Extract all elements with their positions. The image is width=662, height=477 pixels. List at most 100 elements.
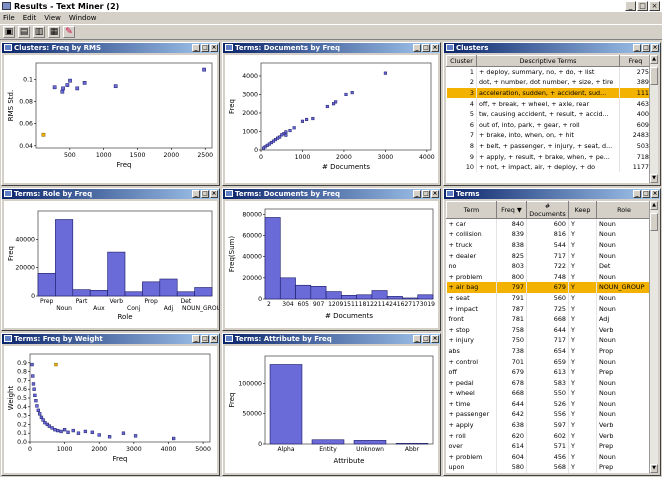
- data-point: [76, 431, 81, 435]
- table-cell: 654: [526, 345, 569, 357]
- minimize-icon[interactable]: _: [192, 190, 200, 198]
- table-row[interactable]: + truck 838 544 Y Noun: [446, 239, 652, 251]
- table-row[interactable]: upon 580 568 Y Prep: [446, 462, 652, 473]
- maximize-icon[interactable]: □: [201, 335, 209, 343]
- terms-header-1[interactable]: Freq ▼: [496, 201, 527, 219]
- bar: [142, 281, 161, 297]
- table-row[interactable]: + seat 791 560 Y Noun: [446, 292, 652, 304]
- chart-documents-freq-sum[interactable]: 0 20000 40000 60000 80000 # Documents Freq(Sum…: [225, 201, 440, 330]
- table-row[interactable]: 8 + belt, + passenger, + injury, + seat, …: [446, 140, 652, 152]
- chart-attribute-by-freq[interactable]: 0 50000 100000 Attribute Freq Alpha Entity Unkn…: [225, 346, 440, 475]
- clusters-header-0[interactable]: Cluster: [446, 55, 477, 67]
- table-row[interactable]: + dealer 825 717 Y Noun: [446, 250, 652, 261]
- table-row[interactable]: 1 + deploy, summary, no, + do, + list 275: [446, 66, 652, 78]
- table-row[interactable]: + air bag 797 679 Y NOUN_GROUP: [446, 282, 652, 293]
- table-row[interactable]: + injury 750 717 Y Noun: [446, 335, 652, 346]
- table-row[interactable]: + time 644 526 Y Noun: [446, 398, 652, 410]
- maximize-icon[interactable]: □: [201, 190, 209, 198]
- menu-view[interactable]: View: [44, 14, 61, 22]
- table-row[interactable]: 5 tw, causing accident, + result, + accid…: [446, 108, 652, 120]
- maximize-icon[interactable]: □: [642, 190, 650, 198]
- terms-header-3[interactable]: Keep: [568, 201, 597, 219]
- table-row[interactable]: abs 738 654 Y Prop: [446, 345, 652, 357]
- menu-edit[interactable]: Edit: [23, 14, 37, 22]
- table-row[interactable]: + passenger 642 556 Y Noun: [446, 409, 652, 420]
- chart-freq-by-weight[interactable]: 0.0 0.1 0.20.3 0.4 0.5 0.6 0.70.8 0.9 0 1000 2000 3…: [4, 346, 219, 475]
- close-icon[interactable]: ×: [651, 190, 659, 198]
- table-row[interactable]: 2 dot, + number, dot number, + size, + ti…: [446, 77, 652, 88]
- minimize-icon[interactable]: _: [413, 44, 421, 52]
- terms-scrollbar[interactable]: ▲ ▼: [649, 201, 658, 473]
- maximize-icon[interactable]: □: [422, 335, 430, 343]
- open-icon[interactable]: ▣: [3, 26, 15, 38]
- table-row[interactable]: no 803 722 Y Det: [446, 260, 652, 272]
- table-cell: Y: [568, 388, 597, 399]
- data-point: [68, 78, 72, 83]
- maximize-icon[interactable]: □: [642, 44, 650, 52]
- table-row[interactable]: 7 + brake, into, when, on, + hit 2483: [446, 130, 652, 141]
- close-icon[interactable]: ×: [649, 1, 660, 11]
- table-cell: 613: [526, 366, 569, 378]
- x-tick-label: 304: [282, 301, 294, 308]
- close-icon[interactable]: ×: [210, 335, 218, 343]
- close-icon[interactable]: ×: [431, 335, 439, 343]
- maximize-icon[interactable]: □: [422, 190, 430, 198]
- minimize-icon[interactable]: _: [625, 1, 636, 11]
- table-row[interactable]: + control 701 659 Y Noun: [446, 356, 652, 367]
- close-icon[interactable]: ×: [431, 44, 439, 52]
- table-row[interactable]: 6 out of, into, park, + gear, + roll 609: [446, 119, 652, 131]
- terms-header-2[interactable]: # Documents: [526, 201, 569, 219]
- minimize-icon[interactable]: _: [413, 190, 421, 198]
- table-row[interactable]: + wheel 668 550 Y Noun: [446, 388, 652, 399]
- close-icon[interactable]: ×: [651, 44, 659, 52]
- table-row[interactable]: + collision 839 816 Y Noun: [446, 229, 652, 240]
- print-icon[interactable]: ▥: [33, 26, 45, 38]
- clusters-header-1[interactable]: Descriptive Terms: [476, 55, 620, 67]
- minimize-icon[interactable]: _: [192, 44, 200, 52]
- clusters-scrollbar[interactable]: ▲ ▼: [649, 55, 658, 183]
- terms-header-0[interactable]: Term: [446, 201, 497, 219]
- close-icon[interactable]: ×: [431, 190, 439, 198]
- chart-role-by-freq[interactable]: 0 20000 40000 Role Freq PrepNoun Part Aux Verb Co…: [4, 201, 225, 330]
- table-row[interactable]: + stop 758 644 Y Verb: [446, 324, 652, 336]
- table-row[interactable]: 10 + not, + impact, air, + deploy, + do 11…: [446, 161, 652, 173]
- maximize-icon[interactable]: □: [201, 44, 209, 52]
- x-tick-label: 4000: [161, 446, 177, 453]
- save-icon[interactable]: ▤: [18, 26, 30, 38]
- table-row[interactable]: 4 off, + break, + wheel, + axle, rear 463: [446, 98, 652, 109]
- table-row[interactable]: front 781 668 Y Adj: [446, 313, 652, 325]
- delete-icon[interactable]: ✎: [63, 26, 75, 38]
- minimize-icon[interactable]: _: [192, 335, 200, 343]
- data-point: [33, 393, 37, 398]
- table-cell: 668: [526, 313, 569, 325]
- table-cell: + apply: [446, 419, 497, 431]
- minimize-icon[interactable]: _: [413, 335, 421, 343]
- maximize-icon[interactable]: □: [422, 44, 430, 52]
- table-row[interactable]: + problem 800 748 Y Noun: [446, 271, 652, 283]
- table-row[interactable]: + apply 638 597 Y Verb: [446, 419, 652, 431]
- x-tick-label: Det: [181, 298, 192, 305]
- copy-icon[interactable]: ▦: [48, 26, 60, 38]
- table-row[interactable]: + car 840 600 Y Noun: [446, 218, 652, 230]
- table-row[interactable]: off 679 613 Y Prep: [446, 366, 652, 378]
- clusters-header-2[interactable]: Freq: [619, 55, 652, 67]
- table-row[interactable]: over 614 571 Y Prep: [446, 440, 652, 452]
- terms-header-4[interactable]: Role: [596, 201, 652, 219]
- menu-window[interactable]: Window: [69, 14, 97, 22]
- table-row[interactable]: + impact 787 725 Y Noun: [446, 303, 652, 314]
- minimize-icon[interactable]: _: [633, 44, 641, 52]
- table-row[interactable]: + pedal 678 583 Y Noun: [446, 377, 652, 388]
- chart-freq-by-rms[interactable]: 0.04 0.06 0.08 0.1 500 1000 1500 2000 2500 Freq RM…: [4, 55, 219, 185]
- minimize-icon[interactable]: _: [633, 190, 641, 198]
- menu-file[interactable]: File: [3, 14, 15, 22]
- table-row[interactable]: + problem 604 456 Y Noun: [446, 451, 652, 463]
- chart-documents-by-freq[interactable]: 0 1000 2000 3000 4000 0 1000 2000 3000 4000 # Docu…: [225, 55, 440, 185]
- table-row[interactable]: 9 + apply, + result, + brake, when, + pe.…: [446, 151, 652, 162]
- data-point: [32, 387, 36, 391]
- table-row[interactable]: 3 acceleration, sudden, + accident, sud..…: [446, 87, 652, 99]
- close-icon[interactable]: ×: [210, 44, 218, 52]
- table-cell: Noun: [596, 303, 652, 314]
- maximize-icon[interactable]: □: [637, 1, 648, 11]
- close-icon[interactable]: ×: [210, 190, 218, 198]
- table-row[interactable]: + roll 620 602 Y Verb: [446, 430, 652, 441]
